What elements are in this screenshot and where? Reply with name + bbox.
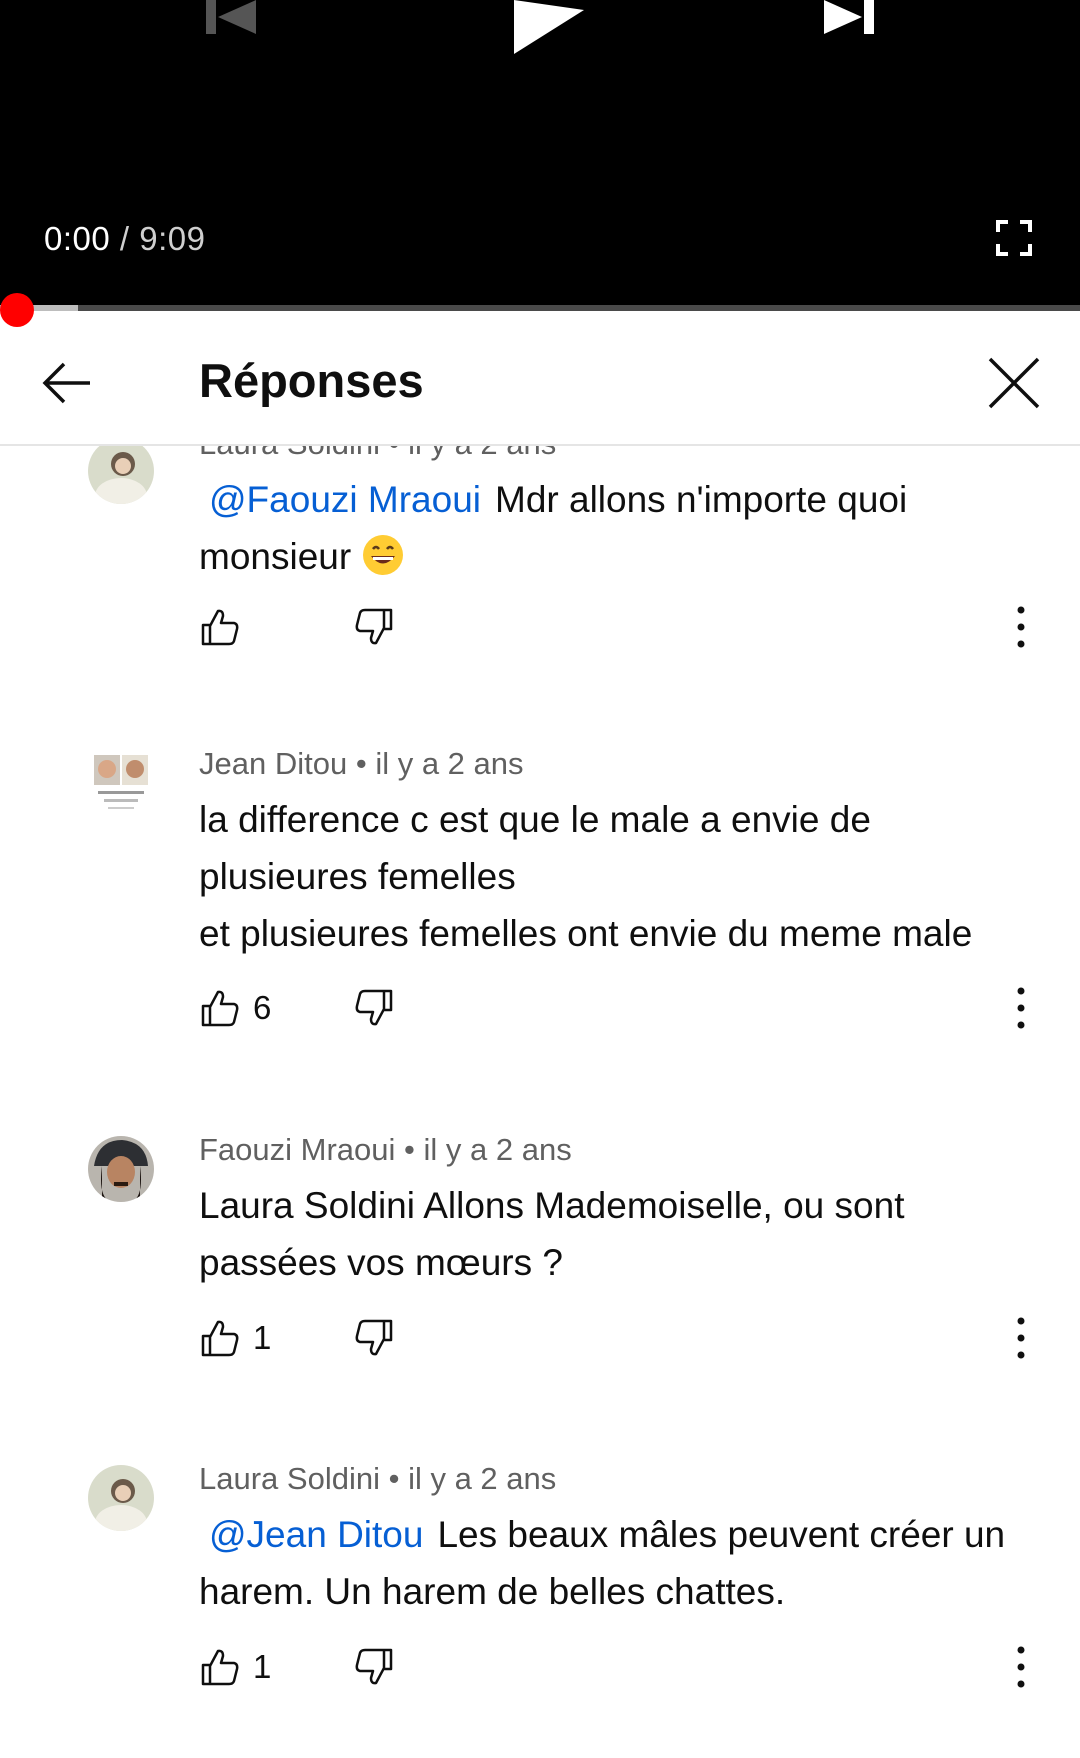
comment-meta: Faouzi Mraoui • il y a 2 ans — [199, 1132, 572, 1168]
comment-text: la difference c est que le male a envie … — [199, 791, 1059, 962]
previous-icon[interactable] — [204, 0, 260, 36]
comment-actions — [199, 606, 1059, 654]
comment-actions: 6 — [199, 987, 1059, 1035]
comment-line: plusieures femelles — [199, 856, 516, 897]
comment-item: Faouzi Mraoui • il y a 2 ans Laura Soldi… — [0, 1132, 1080, 1432]
meta-dot: • — [388, 1461, 400, 1496]
comment-author[interactable]: Jean Ditou — [199, 746, 347, 781]
thumbs-down-icon[interactable] — [353, 987, 395, 1029]
comment-author[interactable]: Laura Soldini — [199, 446, 380, 461]
time-separator: / — [119, 220, 130, 257]
duration: 9:09 — [139, 220, 206, 257]
like-count: 6 — [253, 989, 272, 1026]
more-options-icon[interactable] — [1009, 602, 1033, 652]
comment-actions: 1 — [199, 1646, 1059, 1694]
comment-time: il y a 2 ans — [408, 446, 556, 461]
comment-line: la difference c est que le male a envie … — [199, 799, 871, 840]
meta-dot: • — [404, 1132, 415, 1167]
comment-actions: 1 — [199, 1317, 1059, 1365]
next-icon[interactable] — [822, 0, 878, 36]
comment-item: Laura Soldini • il y a 2 ans @Faouzi Mra… — [0, 446, 1080, 696]
thumbs-up-icon[interactable] — [199, 606, 241, 648]
comment-author[interactable]: Faouzi Mraoui — [199, 1132, 395, 1167]
mention-link[interactable]: @Faouzi Mraoui — [209, 479, 481, 520]
thumbs-down-icon[interactable] — [353, 606, 395, 648]
more-options-icon[interactable] — [1009, 1313, 1033, 1363]
scrubber-handle[interactable] — [0, 293, 34, 327]
meta-dot: • — [389, 446, 400, 461]
comment-time: il y a 2 ans — [375, 746, 524, 781]
video-player[interactable]: 0:00 / 9:09 — [0, 0, 1080, 311]
grinning-face-icon — [363, 535, 404, 575]
comment-time: il y a 2 ans — [423, 1132, 572, 1167]
thumbs-down-icon[interactable] — [353, 1317, 395, 1359]
time-display: 0:00 / 9:09 — [44, 220, 205, 258]
avatar[interactable] — [88, 753, 154, 819]
more-options-icon[interactable] — [1009, 983, 1033, 1033]
comment-text: @Jean Ditou Les beaux mâles peuvent créer… — [199, 1506, 1039, 1620]
comment-meta: Jean Ditou • il y a 2 ans — [199, 746, 524, 782]
comment-author[interactable]: Laura Soldini — [199, 1461, 380, 1496]
close-icon[interactable] — [984, 353, 1044, 413]
comment-text: @Faouzi Mraoui Mdr allons n'importe quoi … — [199, 471, 1039, 585]
replies-list: Laura Soldini • il y a 2 ans @Faouzi Mra… — [0, 446, 1080, 1758]
meta-dot: • — [355, 746, 367, 781]
more-options-icon[interactable] — [1009, 1642, 1033, 1692]
mention-link[interactable]: @Jean Ditou — [209, 1514, 423, 1555]
current-time: 0:00 — [44, 220, 111, 257]
comment-line: passées vos mœurs ? — [199, 1242, 563, 1283]
page-title: Réponses — [199, 354, 424, 407]
avatar[interactable] — [88, 1465, 154, 1531]
thumbs-down-icon[interactable] — [353, 1646, 395, 1688]
play-icon[interactable] — [510, 0, 588, 54]
like-count: 1 — [253, 1648, 272, 1685]
comment-line: Laura Soldini Allons Mademoiselle, ou so… — [199, 1185, 905, 1226]
comment-item: Jean Ditou • il y a 2 ans la difference … — [0, 746, 1080, 1106]
comment-meta: Laura Soldini • il y a 2 ans — [199, 446, 556, 462]
thumbs-up-icon[interactable] — [199, 987, 241, 1029]
comment-text: Laura Soldini Allons Mademoiselle, ou so… — [199, 1177, 1039, 1291]
back-arrow-icon[interactable] — [38, 353, 98, 413]
thumbs-up-icon[interactable] — [199, 1646, 241, 1688]
like-count: 1 — [253, 1319, 272, 1356]
progress-bar[interactable] — [0, 305, 1080, 311]
avatar[interactable] — [88, 1136, 154, 1202]
comment-line: et plusieures femelles ont envie du meme… — [199, 913, 973, 954]
fullscreen-icon[interactable] — [996, 220, 1032, 256]
comment-meta: Laura Soldini • il y a 2 ans — [199, 1461, 556, 1497]
comment-time: il y a 2 ans — [408, 1461, 557, 1496]
thumbs-up-icon[interactable] — [199, 1317, 241, 1359]
avatar[interactable] — [88, 446, 154, 504]
comment-item: Laura Soldini • il y a 2 ans @Jean Ditou… — [0, 1461, 1080, 1758]
replies-header: Réponses — [0, 329, 1080, 446]
